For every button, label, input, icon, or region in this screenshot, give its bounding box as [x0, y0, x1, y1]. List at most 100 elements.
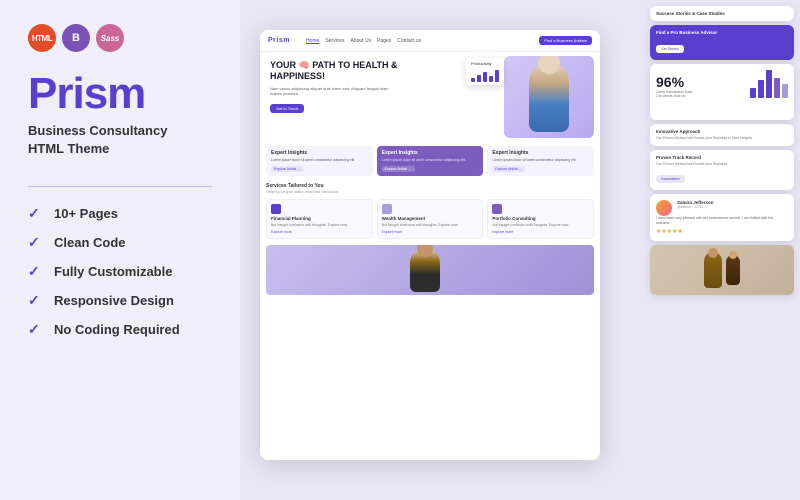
nav-link-pages[interactable]: Pages: [377, 38, 391, 44]
track-card: Proven Track Record Our Proven Method wi…: [650, 150, 794, 190]
approach-card: Innovative Approach Our Proven Method wi…: [650, 124, 794, 146]
check-icon: ✓: [28, 292, 44, 309]
service-body: But fraught confusion with thoughts. Exp…: [492, 223, 589, 228]
nav-link-services[interactable]: Services: [325, 38, 344, 44]
bar-3: [483, 72, 487, 82]
service-link[interactable]: Explore more: [271, 230, 368, 234]
find-advisor-card: Find a Pro Business Advisor Get Started: [650, 25, 794, 60]
review-stars: ★★★★★: [656, 228, 788, 235]
hero-cta-button[interactable]: Get in Touch: [270, 104, 304, 113]
find-advisor-button[interactable]: Get Started: [656, 45, 684, 53]
nav-link-home[interactable]: Home: [306, 38, 319, 44]
service-body: But fraught confusion with thoughts. Exp…: [382, 223, 479, 228]
review-card: Samira Jefferson @samira · 12/31 I have …: [650, 194, 794, 241]
services-title: Services Tailored to You: [260, 180, 600, 189]
card-link[interactable]: Explore Article →: [492, 166, 525, 172]
stat-bar: [782, 84, 788, 98]
insight-card-1: Expert Insights Lorem ipsum dolor sit am…: [266, 146, 373, 176]
person-head: [538, 56, 560, 74]
percent-number: 96%: [656, 74, 692, 90]
person2-head: [417, 245, 433, 257]
preview-bottom-image: [266, 245, 594, 295]
stat-bar: [766, 70, 772, 98]
track-button[interactable]: Guaranteed: [656, 175, 685, 183]
service-title: Financial Planning: [271, 216, 368, 221]
service-link[interactable]: Explore more: [492, 230, 589, 234]
service-icon: [382, 204, 392, 214]
productivity-card: Productivity: [466, 58, 504, 85]
brand-subtitle: Business ConsultancyHTML Theme: [28, 122, 212, 158]
find-advisor-title: Find a Pro Business Advisor: [656, 30, 788, 35]
brand-logo: Prism: [28, 72, 212, 116]
head-1: [708, 248, 718, 258]
preview-nav: Prism Home Services About Us Pages Conta…: [260, 30, 600, 52]
side-previews: Success Stories & Case Studies Find a Pr…: [650, 0, 800, 500]
productivity-label: Productivity: [471, 61, 499, 66]
feature-item: ✓ Fully Customizable: [28, 263, 212, 280]
service-icon: [271, 204, 281, 214]
feature-responsive: Responsive Design: [54, 293, 174, 308]
feature-no-coding: No Coding Required: [54, 322, 180, 337]
theme-preview: Prism Home Services About Us Pages Conta…: [260, 30, 600, 460]
card-title: Expert Insights: [271, 150, 368, 156]
hero-title: YOUR 🧠 PATH TO HEALTH & HAPPINESS!: [270, 60, 410, 83]
bar-5: [495, 70, 499, 82]
bootstrap-badge: B: [62, 24, 90, 52]
hero-subtitle: Nam varius adipiscing aliquet quis lorem…: [270, 86, 400, 97]
stat-bar: [758, 80, 764, 98]
mini-chart: [471, 68, 499, 82]
figure-2: [726, 255, 740, 285]
clothes-image: [650, 245, 794, 295]
nav-link-contact[interactable]: Contact us: [397, 38, 421, 44]
check-icon: ✓: [28, 205, 44, 222]
approach-body: Our Proven Method will Rocket your Busin…: [656, 136, 788, 141]
review-avatar: [656, 200, 672, 216]
review-handle: @samira · 12/31: [677, 205, 788, 209]
services-sub: Helping people make informed decisions: [260, 189, 600, 197]
hero-image: [504, 56, 594, 138]
right-panel: Prism Home Services About Us Pages Conta…: [240, 0, 800, 500]
html-badge: HTML: [28, 24, 56, 52]
bar-2: [477, 75, 481, 82]
service-card-3: Portfolio Consulting But fraught confusi…: [487, 199, 594, 240]
service-link[interactable]: Explore more: [382, 230, 479, 234]
feature-item: ✓ No Coding Required: [28, 321, 212, 338]
tech-badges: HTML B Sass: [28, 24, 212, 52]
feature-item: ✓ 10+ Pages: [28, 205, 212, 222]
nav-link-about[interactable]: About Us: [351, 38, 372, 44]
success-card: Success Stories & Case Studies: [650, 6, 794, 21]
preview-logo: Prism: [268, 37, 290, 44]
stats-card: 96% Client Satisfaction RateOur clients …: [650, 64, 794, 120]
nav-cta-button[interactable]: Find a Business Advisor: [539, 36, 592, 45]
left-panel: HTML B Sass Prism Business ConsultancyHT…: [0, 0, 240, 500]
preview-hero: YOUR 🧠 PATH TO HEALTH & HAPPINESS! Nam v…: [260, 52, 600, 142]
check-icon: ✓: [28, 321, 44, 338]
feature-clean-code: Clean Code: [54, 235, 126, 250]
clothes-card: [650, 245, 794, 295]
service-title: Portfolio Consulting: [492, 216, 589, 221]
divider: [28, 186, 212, 187]
stat-bar: [774, 78, 780, 98]
insight-card-2: Expert Insights Lorem ipsum dolor sit am…: [377, 146, 484, 176]
bar-1: [471, 78, 475, 82]
card-link[interactable]: Explore Article →: [271, 166, 304, 172]
card-title: Expert Insights: [492, 150, 589, 156]
feature-pages: 10+ Pages: [54, 206, 118, 221]
bar-4: [489, 76, 493, 82]
insight-card-3: Expert Insights Lorem ipsum dolor sit am…: [487, 146, 594, 176]
person2-figure: [410, 248, 440, 292]
approach-title: Innovative Approach: [656, 129, 788, 134]
card-body: Lorem ipsum dolor sit amet consectetur a…: [382, 158, 479, 163]
feature-customizable: Fully Customizable: [54, 264, 172, 279]
card-link[interactable]: Explore Article →: [382, 166, 415, 172]
success-label: Success Stories & Case Studies: [656, 11, 788, 16]
check-icon: ✓: [28, 263, 44, 280]
stats-label: Client Satisfaction RateOur clients trus…: [656, 90, 692, 98]
sass-badge: Sass: [96, 24, 124, 52]
feature-item: ✓ Responsive Design: [28, 292, 212, 309]
preview-nav-links: Home Services About Us Pages Contact us: [306, 38, 421, 44]
check-icon: ✓: [28, 234, 44, 251]
features-list: ✓ 10+ Pages ✓ Clean Code ✓ Fully Customi…: [28, 205, 212, 338]
card-title: Expert Insights: [382, 150, 479, 156]
card-body: Lorem ipsum dolor sit amet consectetur a…: [271, 158, 368, 163]
